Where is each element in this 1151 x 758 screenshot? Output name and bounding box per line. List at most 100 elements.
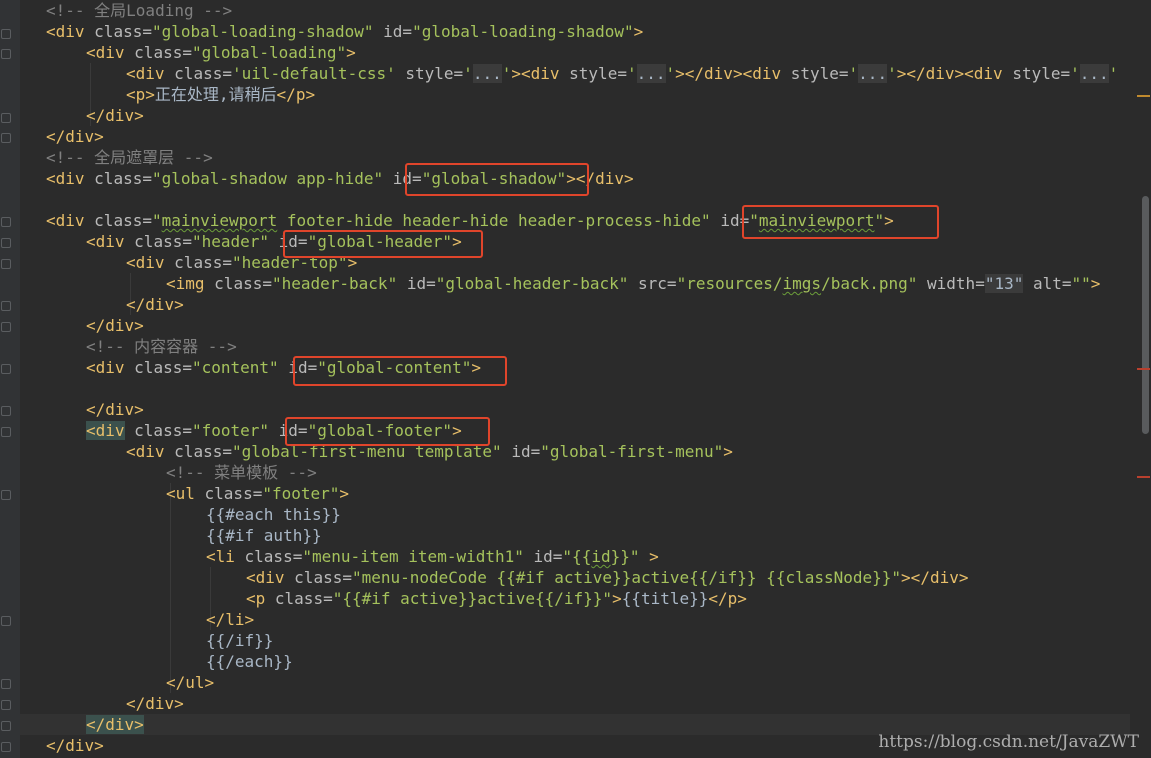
code-line[interactable]: <div class='uil-default-css' style='...'… — [126, 63, 1118, 84]
attribute-value: "global-first-menu" — [540, 442, 724, 461]
code-line[interactable]: <div class="global-loading-shadow" id="g… — [46, 21, 643, 42]
code-line[interactable]: <!-- 全局遮罩层 --> — [46, 147, 213, 168]
tag: <div — [86, 43, 135, 62]
attribute-value: "global-header-back" — [435, 274, 629, 293]
error-marker[interactable] — [1137, 368, 1150, 370]
code-line[interactable]: {{/each}} — [206, 651, 293, 672]
folded-placeholder[interactable]: ... — [636, 64, 666, 83]
fold-marker-icon[interactable] — [1, 700, 11, 710]
tag: </div> — [126, 295, 184, 314]
tag: ></div> — [901, 568, 969, 587]
comment: <!-- 全局Loading --> — [46, 1, 233, 20]
code-line[interactable]: </div> — [126, 294, 184, 315]
tag: </li> — [206, 610, 255, 629]
attribute-name: class= — [94, 22, 152, 41]
attribute-value: ' — [1108, 64, 1119, 83]
attribute-name: style= — [395, 64, 464, 83]
code-line[interactable]: <div class="global-loading"> — [86, 42, 356, 63]
error-marker[interactable] — [1137, 476, 1150, 478]
attribute-name: class= — [214, 274, 272, 293]
attribute-value: 'uil-default-css' — [231, 64, 396, 83]
attribute-value: "menu-item item-width1" — [302, 547, 524, 566]
tag: </div> — [126, 694, 184, 713]
code-line[interactable]: </div> — [86, 399, 144, 420]
comment: <!-- 内容容器 --> — [86, 337, 237, 356]
tag: <ul — [166, 484, 205, 503]
code-line[interactable]: <ul class="footer"> — [166, 483, 349, 504]
code-line[interactable]: <img class="header-back" id="global-head… — [166, 273, 1100, 294]
fold-marker-icon[interactable] — [1, 364, 11, 374]
fold-marker-icon[interactable] — [1, 259, 11, 269]
code-line[interactable]: </ul> — [166, 672, 214, 693]
attribute-value: "13" — [984, 274, 1024, 293]
fold-marker-icon[interactable] — [1, 133, 11, 143]
code-line[interactable]: {{/if}} — [206, 630, 273, 651]
watermark: https://blog.csdn.net/JavaZWT — [878, 732, 1139, 752]
tag: <div — [46, 211, 95, 230]
fold-marker-icon[interactable] — [1, 427, 11, 437]
attribute-name: id= — [501, 442, 541, 461]
fold-marker-icon[interactable] — [1, 721, 11, 731]
attribute-value: imgs — [782, 274, 822, 293]
attribute-name: class= — [294, 568, 352, 587]
code-line[interactable]: </li> — [206, 609, 254, 630]
matched-tag: <div — [86, 421, 125, 440]
code-line[interactable]: </div> — [46, 126, 104, 147]
folded-placeholder[interactable]: ... — [1079, 64, 1109, 83]
code-editor[interactable]: <!-- 全局Loading --> <div class="global-lo… — [0, 0, 1151, 758]
attribute-name: class= — [204, 484, 263, 503]
code-line[interactable]: <p>正在处理,请稍后</p> — [126, 84, 315, 105]
folded-placeholder[interactable]: ... — [472, 64, 502, 83]
matched-tag: </div> — [86, 715, 144, 734]
fold-marker-icon[interactable] — [1, 616, 11, 626]
fold-marker-icon[interactable] — [1, 679, 11, 689]
template-expression: {{/if}} — [206, 631, 274, 650]
fold-marker-icon[interactable] — [1, 406, 11, 416]
code-line[interactable]: {{#each this}} — [206, 504, 341, 525]
fold-marker-icon[interactable] — [1, 742, 11, 752]
tag: </div> — [46, 736, 104, 755]
fold-marker-icon[interactable] — [1, 217, 11, 227]
code-line[interactable]: <li class="menu-item item-width1" id="{{… — [206, 546, 659, 567]
fold-marker-icon[interactable] — [1, 29, 11, 39]
attribute-value: "footer" — [262, 484, 340, 503]
code-line[interactable]: <!-- 全局Loading --> — [46, 0, 232, 21]
code-line[interactable]: <div class="menu-nodeCode {{#if active}}… — [246, 567, 968, 588]
folded-placeholder[interactable]: ... — [858, 64, 888, 83]
code-line[interactable]: <!-- 菜单模板 --> — [166, 462, 317, 483]
fold-marker-icon[interactable] — [1, 301, 11, 311]
fold-marker-icon[interactable] — [1, 113, 11, 123]
tag: > — [639, 547, 659, 566]
fold-marker-icon[interactable] — [1, 490, 11, 500]
fold-marker-icon[interactable] — [1, 322, 11, 332]
code-line[interactable]: </div> — [86, 315, 144, 336]
attribute-value: "content" — [191, 358, 279, 377]
tag: </div> — [86, 316, 144, 335]
tag: </div> — [86, 400, 144, 419]
attribute-name: style= — [790, 64, 849, 83]
code-line[interactable]: {{#if auth}} — [206, 525, 322, 546]
attribute-value: mainviewport — [161, 211, 278, 230]
attribute-value: "menu-nodeCode {{#if active}}active{{/if… — [351, 568, 902, 587]
tag: <li — [206, 547, 245, 566]
scrollbar-thumb[interactable] — [1142, 196, 1149, 434]
code-line[interactable]: <!-- 内容容器 --> — [86, 336, 237, 357]
attribute-value: "resources/ — [676, 274, 783, 293]
warning-marker[interactable] — [1137, 95, 1150, 97]
code-line[interactable]: </div> — [86, 105, 144, 126]
attribute-value: "" — [1071, 274, 1091, 293]
fold-marker-icon[interactable] — [1, 49, 11, 59]
attribute-name: id= — [523, 547, 563, 566]
tag: <div — [126, 253, 175, 272]
code-line[interactable]: </div> — [126, 693, 184, 714]
code-line[interactable]: <p class="{{#if active}}active{{/if}}">{… — [246, 588, 747, 609]
attribute-name: class= — [174, 253, 232, 272]
attribute-value: "global-shadow app-hide" — [151, 169, 384, 188]
fold-marker-icon[interactable] — [1, 238, 11, 248]
attribute-name: class= — [124, 421, 192, 440]
tag: </ul> — [166, 673, 215, 692]
tag: ></div><div — [675, 64, 791, 83]
attribute-value: }}" — [610, 547, 640, 566]
code-line[interactable]: </div> — [46, 735, 104, 756]
attribute-name: class= — [134, 43, 192, 62]
